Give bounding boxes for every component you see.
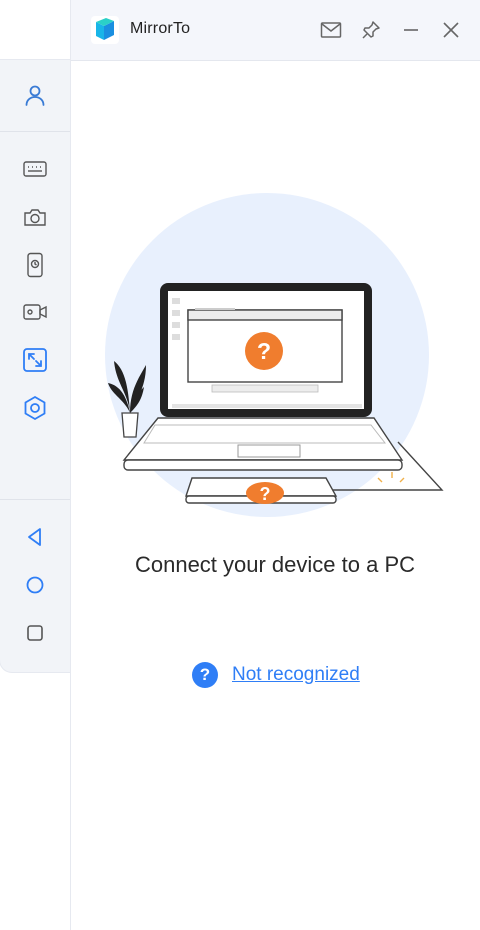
screen-question-badge: ? (245, 332, 283, 370)
device-illustration: ? ? (105, 193, 444, 517)
recents-icon[interactable] (21, 619, 49, 647)
user-icon[interactable] (21, 81, 49, 109)
help-icon[interactable]: ? (192, 662, 218, 688)
pin-icon[interactable] (357, 16, 385, 44)
connect-message: Connect your device to a PC (134, 552, 416, 577)
mirrorto-logo (91, 16, 119, 44)
titlebar: MirrorTo (71, 0, 480, 61)
laptop-base (122, 417, 404, 461)
not-recognized-row[interactable]: ? Not recognized (192, 662, 360, 688)
close-icon[interactable] (437, 16, 465, 44)
not-recognized-link[interactable]: Not recognized (232, 664, 360, 686)
phone-question-badge: ? (246, 482, 284, 504)
minimize-icon[interactable] (397, 16, 425, 44)
camera-icon[interactable] (21, 203, 49, 231)
video-icon[interactable] (21, 298, 49, 326)
screen-question-mark: ? (257, 338, 271, 364)
app-title: MirrorTo (130, 20, 191, 37)
phone-record-icon[interactable] (21, 251, 49, 279)
mail-icon[interactable] (317, 16, 345, 44)
fullscreen-icon[interactable] (21, 346, 49, 374)
home-icon[interactable] (21, 571, 49, 599)
settings-icon[interactable] (21, 394, 49, 422)
sidebar-divider (0, 499, 70, 500)
back-icon[interactable] (21, 523, 49, 551)
sidebar-divider (0, 131, 70, 132)
sidebar (0, 60, 70, 672)
keyboard-icon[interactable] (21, 155, 49, 183)
phone-question-mark: ? (260, 484, 271, 504)
